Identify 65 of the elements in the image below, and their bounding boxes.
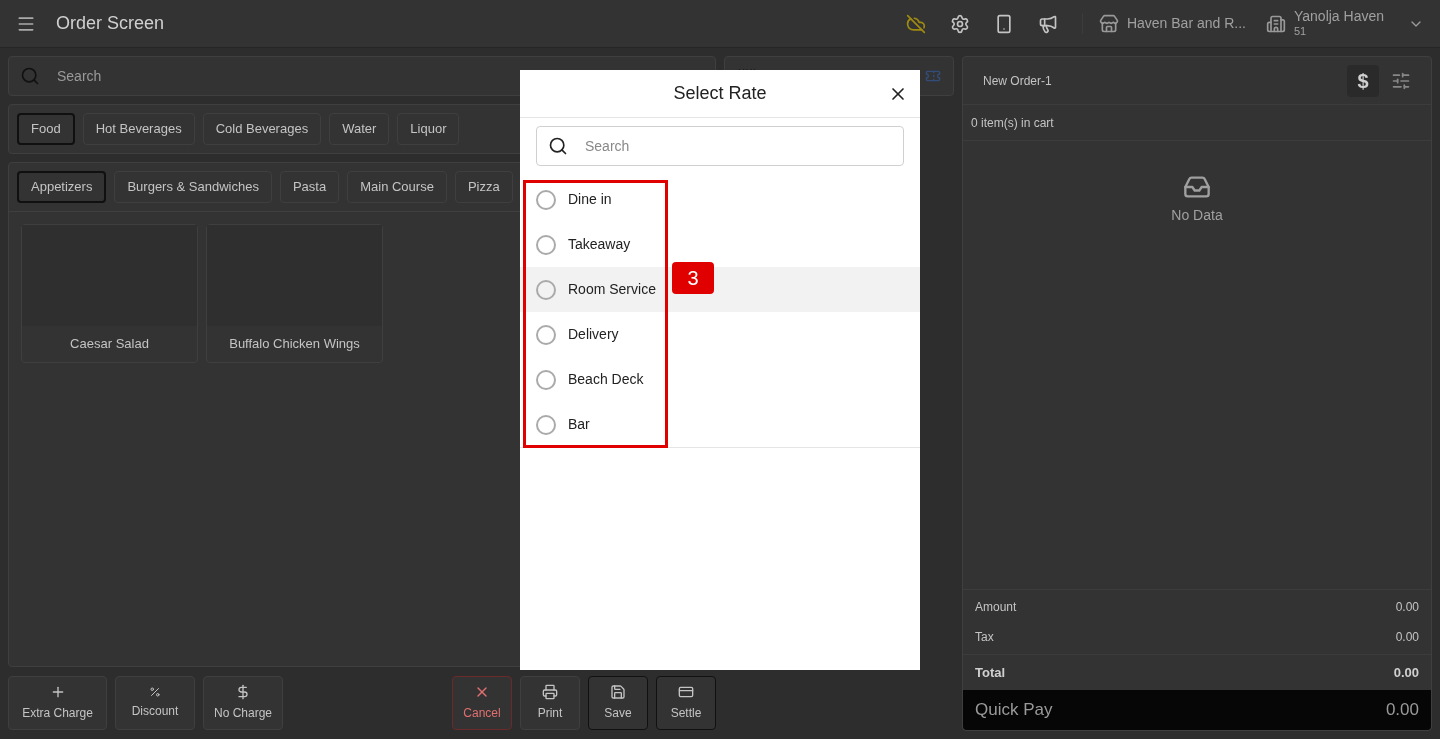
category-tab[interactable]: Cold Beverages: [202, 113, 322, 145]
item-card[interactable]: Buffalo Chicken Wings: [206, 224, 383, 363]
action-button[interactable]: Extra Charge: [8, 676, 107, 730]
outlet-name[interactable]: Haven Bar and R...: [1126, 13, 1246, 34]
page-title: Order Screen: [56, 12, 165, 35]
search-icon: [548, 136, 568, 156]
property-code: 51: [1293, 25, 1308, 40]
category-tab[interactable]: Pasta: [279, 171, 340, 203]
option-label: Takeaway: [568, 235, 631, 254]
megaphone-icon[interactable]: [1037, 13, 1058, 34]
option-label: Beach Deck: [568, 370, 644, 389]
summary-label: Amount: [975, 599, 1017, 616]
category-tab[interactable]: Hot Beverages: [82, 113, 195, 145]
summary-value: 0.00: [1395, 629, 1419, 646]
category-tab[interactable]: Food: [17, 113, 75, 145]
building-icon: [1265, 13, 1286, 34]
radio-button[interactable]: [536, 279, 556, 300]
printer-icon: [542, 684, 558, 700]
option-label: Dine in: [568, 190, 612, 209]
radio-button[interactable]: [536, 324, 556, 345]
category-tab[interactable]: Appetizers: [17, 171, 107, 203]
card-icon: [678, 684, 694, 700]
option-label: Bar: [568, 415, 590, 434]
summary-label: Tax: [975, 629, 994, 646]
item-card[interactable]: Caesar Salad: [21, 224, 198, 363]
action-button[interactable]: No Charge: [203, 676, 283, 730]
action-button[interactable]: Discount: [115, 676, 195, 730]
radio-button[interactable]: [536, 414, 556, 435]
rate-option[interactable]: Delivery: [520, 312, 920, 357]
property-name[interactable]: Yanolja Haven: [1293, 7, 1384, 26]
action-button[interactable]: Print: [520, 676, 580, 730]
summary-value: 0.00: [1395, 599, 1419, 616]
action-button[interactable]: Cancel: [452, 676, 512, 730]
item-name: Caesar Salad: [69, 335, 150, 354]
action-button[interactable]: Save: [588, 676, 648, 730]
settings-icon[interactable]: [949, 13, 970, 34]
category-tab[interactable]: Pizza: [454, 171, 513, 203]
action-button[interactable]: Settle: [656, 676, 716, 730]
rate-option[interactable]: Dine in: [520, 177, 920, 222]
save-icon: [610, 684, 626, 700]
radio-button[interactable]: [536, 369, 556, 390]
rate-option[interactable]: Beach Deck: [520, 357, 920, 402]
radio-button[interactable]: [536, 189, 556, 210]
category-tab[interactable]: Main Course: [347, 171, 447, 203]
order-name: New Order-1: [983, 72, 1053, 90]
total-value: 0.00: [1393, 663, 1419, 682]
cloud-off-icon[interactable]: [905, 13, 926, 34]
total-label: Total: [975, 663, 1006, 682]
category-tab[interactable]: Burgers & Sandwiches: [114, 171, 272, 203]
option-label: Room Service: [568, 280, 656, 299]
store-icon: [1098, 13, 1119, 34]
option-label: Delivery: [568, 325, 619, 344]
category-tab[interactable]: Liquor: [397, 113, 460, 145]
step-marker: 3: [672, 262, 714, 294]
empty-message: No Data: [1171, 206, 1223, 225]
cart-count: 0 item(s) in cart: [971, 114, 1054, 132]
dollar-icon: [235, 684, 251, 700]
category-tab[interactable]: Water: [329, 113, 390, 145]
item-name: Buffalo Chicken Wings: [228, 335, 361, 354]
filter-icon[interactable]: [1391, 70, 1411, 91]
percent-icon: [149, 686, 161, 698]
rate-option[interactable]: Bar: [520, 402, 920, 447]
currency-button[interactable]: $: [1347, 64, 1379, 97]
quick-pay-button[interactable]: Quick Pay 0.00: [963, 690, 1431, 730]
radio-button[interactable]: [536, 234, 556, 255]
